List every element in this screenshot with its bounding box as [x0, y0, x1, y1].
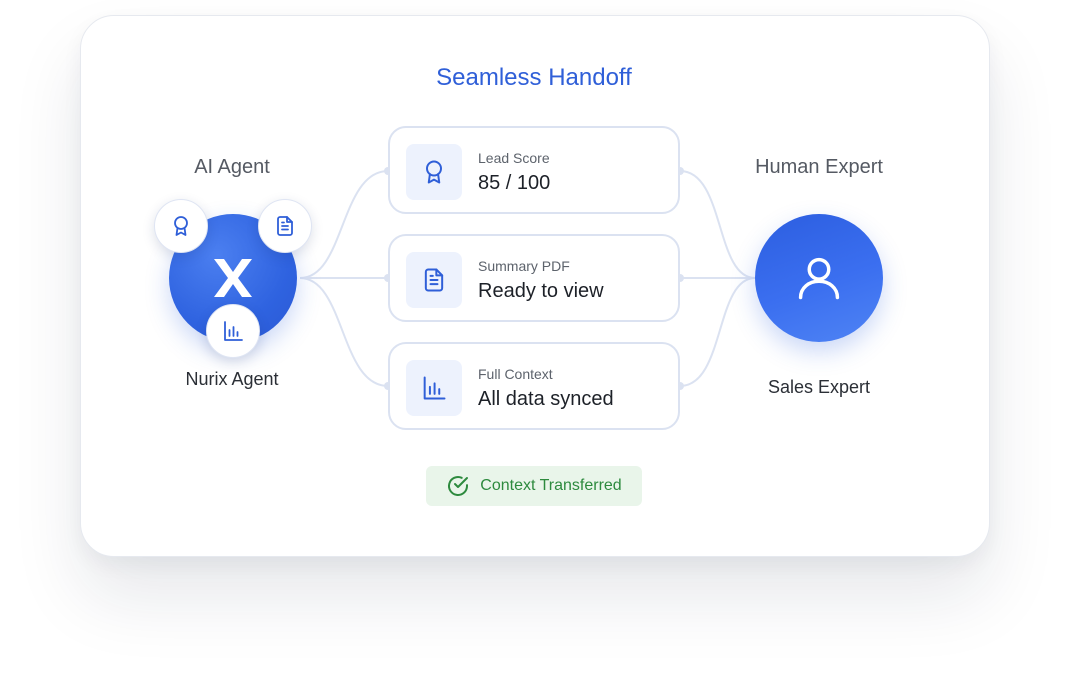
status-label: Context Transferred	[480, 477, 622, 494]
connector-card-3-to-expert	[679, 277, 756, 387]
check-circle-icon	[448, 476, 469, 496]
user-icon	[798, 257, 840, 300]
bar-chart-icon	[224, 321, 243, 341]
status-badge: Context Transferred	[426, 466, 642, 506]
expert-name: Sales Expert	[767, 377, 871, 397]
document-icon	[277, 216, 293, 236]
document-icon	[424, 268, 444, 292]
info-card-summary-pdf: Summary PDF Ready to view	[388, 234, 680, 322]
info-card-value: Ready to view	[478, 280, 604, 302]
handoff-stage: Seamless Handoff AI Agent Nurix Agent Le…	[0, 0, 1068, 680]
connector-agent-to-card-1	[299, 170, 389, 279]
bar-chart-icon	[423, 376, 446, 400]
info-card-icon-box	[406, 252, 462, 308]
info-card-label: Full Context	[478, 366, 553, 382]
connector-card-1-to-expert	[679, 170, 756, 279]
info-card-full-context: Full Context All data synced	[388, 342, 680, 430]
agent-badge-document	[258, 199, 312, 253]
award-icon	[174, 216, 188, 236]
info-card-value: All data synced	[478, 388, 614, 410]
info-card-value: 85 / 100	[478, 172, 551, 194]
info-card-label: Summary PDF	[478, 258, 570, 274]
award-icon	[426, 160, 442, 184]
expert-avatar	[755, 214, 883, 342]
info-card-label: Lead Score	[478, 150, 550, 166]
agent-heading: AI Agent	[194, 156, 270, 178]
nurix-x-logo-icon	[214, 259, 252, 297]
info-card-icon-box	[406, 360, 462, 416]
agent-name: Nurix Agent	[185, 369, 279, 389]
expert-heading: Human Expert	[755, 156, 883, 178]
connector-lines	[299, 167, 756, 390]
agent-badge-award	[154, 199, 208, 253]
agent-badge-chart	[206, 304, 260, 358]
info-card-lead-score: Lead Score 85 / 100	[388, 126, 680, 214]
info-card-icon-box	[406, 144, 462, 200]
